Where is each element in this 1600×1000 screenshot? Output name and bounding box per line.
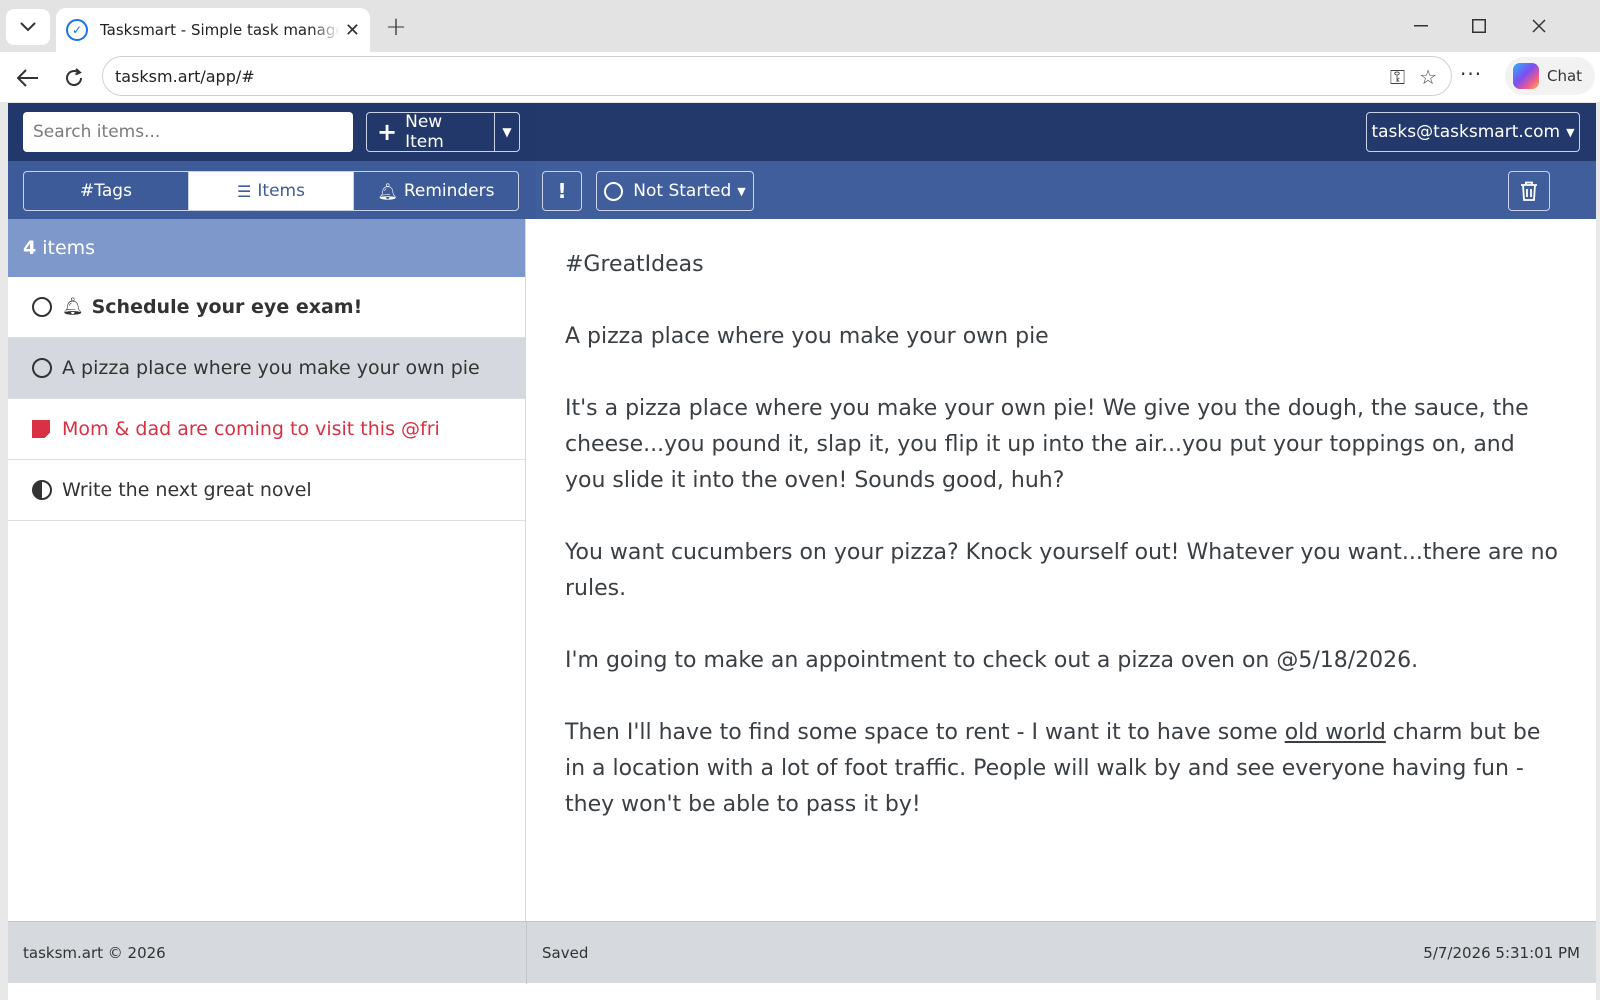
status-dropdown[interactable]: Not Started ▼: [596, 171, 754, 211]
toolbar-left: #Tags ☰ Items 🔔︎ Reminders: [8, 161, 536, 219]
minimize-icon: [1414, 25, 1428, 27]
list-item-label: Mom & dad are coming to visit this @fri: [62, 418, 440, 440]
list-item[interactable]: 🔔︎ Schedule your eye exam!: [8, 277, 525, 338]
save-status: Saved: [542, 944, 589, 962]
item-paragraph: It's a pizza place where you make your o…: [565, 396, 1529, 493]
list-item[interactable]: A pizza place where you make your own pi…: [8, 338, 525, 399]
chevron-down-icon: [20, 22, 36, 32]
star-icon[interactable]: ☆: [1419, 65, 1437, 89]
account-menu-button[interactable]: tasks@tasksmart.com ▼: [1366, 112, 1580, 152]
copilot-icon: [1513, 63, 1539, 89]
underlined-text: old world: [1284, 720, 1386, 745]
chat-label: Chat: [1547, 67, 1583, 85]
copilot-chat-button[interactable]: Chat: [1505, 57, 1595, 95]
new-item-dropdown-button[interactable]: ▼: [494, 112, 520, 152]
timestamp: 5/7/2026 5:31:01 PM: [1423, 944, 1580, 962]
list-item-label: Schedule your eye exam!: [91, 296, 363, 318]
bell-icon: 🔔︎: [62, 297, 84, 317]
list-item-label: A pizza place where you make your own pi…: [62, 357, 480, 379]
tasksmart-app: + New Item ▼ tasks@tasksmart.com ▼ #Tags…: [8, 103, 1596, 1000]
browser-address-bar: tasksm.art/app/# ⚿ ☆ ··· Chat: [0, 52, 1600, 102]
check-circle-icon: ✓: [66, 19, 88, 41]
priority-label: !: [557, 179, 567, 203]
items-count-suffix: items: [42, 237, 96, 259]
trash-icon: [1521, 181, 1537, 201]
app-header: + New Item ▼ tasks@tasksmart.com ▼: [8, 103, 1596, 161]
footer-divider: [526, 922, 527, 984]
account-label: tasks@tasksmart.com: [1371, 122, 1561, 142]
browser-tab[interactable]: ✓ Tasksmart - Simple task management ✕: [56, 8, 370, 52]
item-tag: #GreatIdeas: [565, 252, 704, 277]
back-button[interactable]: [10, 62, 46, 94]
tab-reminders[interactable]: 🔔︎ Reminders: [353, 172, 518, 210]
status-label: Not Started: [633, 181, 732, 201]
not-started-icon[interactable]: [32, 358, 52, 378]
tab-tags-label: #Tags: [80, 181, 132, 201]
caret-down-icon: ▼: [1566, 125, 1575, 139]
tab-title: Tasksmart - Simple task management: [100, 21, 340, 39]
item-paragraph: You want cucumbers on your pizza? Knock …: [565, 540, 1558, 601]
app-footer: tasksm.art © 2026 Saved 5/7/2026 5:31:01…: [8, 921, 1596, 984]
priority-button[interactable]: !: [542, 171, 582, 211]
new-tab-button[interactable]: +: [380, 12, 412, 42]
new-item-button[interactable]: + New Item: [366, 112, 494, 152]
browser-tab-bar: ✓ Tasksmart - Simple task management ✕ +: [0, 0, 1600, 52]
item-paragraph: I'm going to make an appointment to chec…: [565, 648, 1419, 673]
more-menu-icon[interactable]: ···: [1460, 62, 1482, 86]
plus-icon: +: [377, 118, 398, 146]
url-actions: ⚿ ☆: [1390, 65, 1437, 89]
view-switcher: #Tags ☰ Items 🔔︎ Reminders: [23, 171, 519, 211]
item-paragraph: Then I'll have to find some space to ren…: [565, 715, 1558, 823]
copyright-text: tasksm.art © 2026: [23, 944, 166, 962]
minimize-button[interactable]: [1398, 8, 1444, 44]
tab-items-label: Items: [257, 181, 305, 201]
list-icon: ☰: [237, 181, 252, 201]
in-progress-icon[interactable]: [32, 480, 52, 500]
reload-icon: [66, 68, 83, 87]
items-count: 4: [23, 237, 37, 259]
items-count-bar: 4 items: [8, 219, 525, 277]
tab-reminders-label: Reminders: [403, 181, 495, 201]
header-left: + New Item ▼: [8, 103, 536, 161]
paragraph-text: Then I'll have to find some space to ren…: [565, 720, 1285, 745]
caret-down-icon: ▼: [737, 184, 746, 198]
list-item[interactable]: Write the next great novel: [8, 460, 525, 521]
search-input[interactable]: [23, 112, 353, 152]
key-icon[interactable]: ⚿: [1390, 65, 1405, 89]
bell-icon: 🔔︎: [377, 181, 398, 201]
app-toolbar: #Tags ☰ Items 🔔︎ Reminders ! Not Started…: [8, 161, 1596, 219]
item-detail-editor[interactable]: #GreatIdeas A pizza place where you make…: [527, 219, 1596, 921]
circle-icon: [604, 181, 624, 201]
list-item[interactable]: Mom & dad are coming to visit this @fri: [8, 399, 525, 460]
list-item-label: Write the next great novel: [62, 479, 312, 501]
tab-items[interactable]: ☰ Items: [188, 172, 353, 210]
maximize-button[interactable]: [1456, 8, 1502, 44]
delete-button[interactable]: [1508, 171, 1550, 211]
close-icon: [1532, 19, 1546, 33]
maximize-icon: [1472, 19, 1486, 33]
new-item-label: New Item: [405, 112, 444, 152]
items-list-pane: 4 items 🔔︎ Schedule your eye exam! A piz…: [8, 219, 526, 921]
sticky-note-icon: [32, 420, 50, 438]
tab-tags[interactable]: #Tags: [24, 172, 188, 210]
item-title: A pizza place where you make your own pi…: [565, 324, 1049, 349]
reload-button[interactable]: [56, 62, 92, 94]
caret-down-icon: ▼: [502, 125, 512, 139]
close-window-button[interactable]: [1516, 8, 1562, 44]
url-text: tasksm.art/app/#: [115, 66, 255, 86]
close-tab-icon[interactable]: ✕: [345, 20, 360, 41]
not-started-icon[interactable]: [32, 297, 52, 317]
back-arrow-icon: [17, 69, 38, 87]
url-field[interactable]: tasksm.art/app/# ⚿ ☆: [102, 56, 1452, 96]
tab-list-button[interactable]: [6, 9, 50, 45]
